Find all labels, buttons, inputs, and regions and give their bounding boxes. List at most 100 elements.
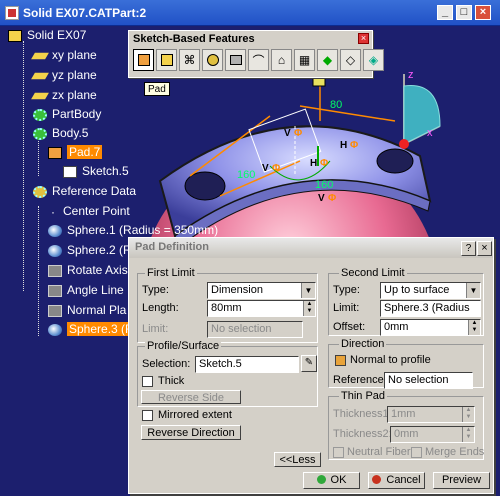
maximize-button[interactable]: □ [456,5,472,20]
sketcher-button[interactable]: ✎ [301,355,317,372]
tree-item-body5[interactable]: Body.5 [33,124,88,142]
selection-label: Selection: [142,358,191,370]
remove-loft-tool-button[interactable]: ◇ [340,49,361,71]
merge-ends-label: Merge Ends [425,446,485,458]
tree-item-partbody[interactable]: PartBody [33,105,101,123]
normal-to-profile-checkbox[interactable] [335,355,346,366]
tree-item-center-point[interactable]: · Center Point [48,202,130,220]
plane-icon [31,52,49,60]
loft-tool-button[interactable]: ◆ [317,49,338,71]
mirrored-extent-checkbox[interactable] [142,410,153,421]
less-button[interactable]: <<Less [274,452,321,467]
solid-combine-tool-button[interactable]: ◈ [363,49,384,71]
slot-icon: ⌂ [277,53,286,67]
offset-field[interactable]: 0mm ▲ ▼ [380,319,481,336]
reference-label: Reference: [333,374,387,386]
first-type-select[interactable]: Dimension ▼ [207,282,316,299]
preview-button[interactable]: Preview [433,472,490,489]
pocket-tool-button[interactable] [156,49,177,71]
plane-icon [31,92,49,100]
sphere-icon [48,323,62,336]
tree-item-pad7[interactable]: Pad.7 [48,143,103,161]
tree-item-yz-plane[interactable]: yz plane [31,66,97,84]
rib-icon: ⌒ [252,53,265,68]
body-gear-icon [33,127,47,140]
offset-label: Offset: [333,321,366,333]
second-type-select[interactable]: Up to surface ▼ [380,282,481,299]
length-field[interactable]: 80mm ▲ ▼ [207,300,316,317]
reverse-side-button[interactable]: Reverse Side [141,390,241,404]
normal-to-profile-label: Normal to profile [350,354,431,366]
first-type-label: Type: [142,284,169,296]
profile-surface-title: Profile/Surface [145,340,222,352]
help-button[interactable]: ? [461,241,476,256]
reference-field[interactable]: No selection [384,372,473,389]
tree-item-sphere3[interactable]: Sphere.3 (R [48,320,136,338]
dialog-close-button[interactable]: × [477,241,492,256]
groove-icon [206,54,219,66]
shaft-icon: ⌘ [183,53,196,67]
minimize-button[interactable]: _ [437,5,453,20]
direction-title: Direction [339,338,387,350]
stiffener-icon: ▦ [298,53,311,67]
tree-item-zx-plane[interactable]: zx plane [31,86,97,104]
pad-tooltip: Pad [144,82,170,96]
ok-button[interactable]: OK [303,472,360,489]
chevron-down-icon: ▼ [466,283,480,298]
thickness1-field[interactable]: 1mm ▲ ▼ [387,406,475,423]
tree-item-normal-plane[interactable]: Normal Pla [48,301,126,319]
thin-pad-title: Thin Pad [339,390,388,402]
window-title-bar: Solid EX07.CATPart:2 _ □ × [0,0,500,26]
spinner-icon[interactable]: ▲ ▼ [462,427,474,442]
thickness2-field[interactable]: 0mm ▲ ▼ [390,426,475,443]
sphere-icon [48,244,62,257]
axis-icon [48,264,62,277]
sphere-icon [48,224,62,237]
solid-combine-icon: ◈ [368,53,379,67]
mirrored-extent-label: Mirrored extent [158,409,232,421]
reverse-direction-button[interactable]: Reverse Direction [141,425,241,440]
first-limit-field[interactable]: No selection [207,321,303,338]
tree-item-rotate-axis[interactable]: Rotate Axis [48,261,128,279]
plane-icon [31,72,49,80]
part-icon [8,29,22,42]
sketch-based-features-toolbar[interactable]: Sketch-Based Features × ⌘ ⌒ ⌂ ▦ ◆ ◇ ◈ [128,30,384,78]
neutral-fiber-label: Neutral Fiber [347,446,411,458]
close-button[interactable]: × [475,5,491,20]
cancel-button[interactable]: Cancel [368,472,425,489]
thick-label: Thick [158,375,185,387]
slot-tool-button[interactable]: ⌂ [271,49,292,71]
second-limit-field[interactable]: Sphere.3 (Radius [380,300,481,317]
catia-part-icon [5,6,19,20]
spinner-icon[interactable]: ▲ ▼ [468,320,480,335]
first-limit-title: First Limit [145,267,197,279]
tree-root[interactable]: Solid EX07 [8,26,86,44]
hole-tool-button[interactable] [225,49,246,71]
thickness2-label: Thickness2: [333,428,392,440]
tree-item-xy-plane[interactable]: xy plane [31,46,97,64]
spinner-icon[interactable]: ▲ ▼ [303,301,315,316]
plane-icon [48,304,62,317]
groove-tool-button[interactable] [202,49,223,71]
spinner-icon[interactable]: ▲ ▼ [462,407,474,422]
tree-item-sphere2[interactable]: Sphere.2 (Ra [48,241,138,259]
shaft-tool-button[interactable]: ⌘ [179,49,200,71]
pad-tool-button[interactable] [133,49,154,71]
neutral-fiber-checkbox[interactable] [333,447,344,458]
remove-loft-icon: ◇ [345,53,356,67]
thickness1-label: Thickness1: [333,408,392,420]
tree-item-angle-line[interactable]: Angle Line [48,281,124,299]
stiffener-tool-button[interactable]: ▦ [294,49,315,71]
cancel-icon [372,475,382,484]
merge-ends-checkbox[interactable] [411,447,422,458]
body-gear-icon [33,108,47,121]
toolbar-close-button[interactable]: × [358,33,369,44]
tree-item-reference-data[interactable]: Reference Data [33,182,136,200]
thick-checkbox[interactable] [142,376,153,387]
pad-icon [48,146,62,159]
length-label: Length: [142,302,179,314]
tree-item-sketch5[interactable]: Sketch.5 [63,162,129,180]
rib-tool-button[interactable]: ⌒ [248,49,269,71]
toolbar-title: Sketch-Based Features [129,31,372,47]
selection-field[interactable]: Sketch.5 [195,356,299,373]
